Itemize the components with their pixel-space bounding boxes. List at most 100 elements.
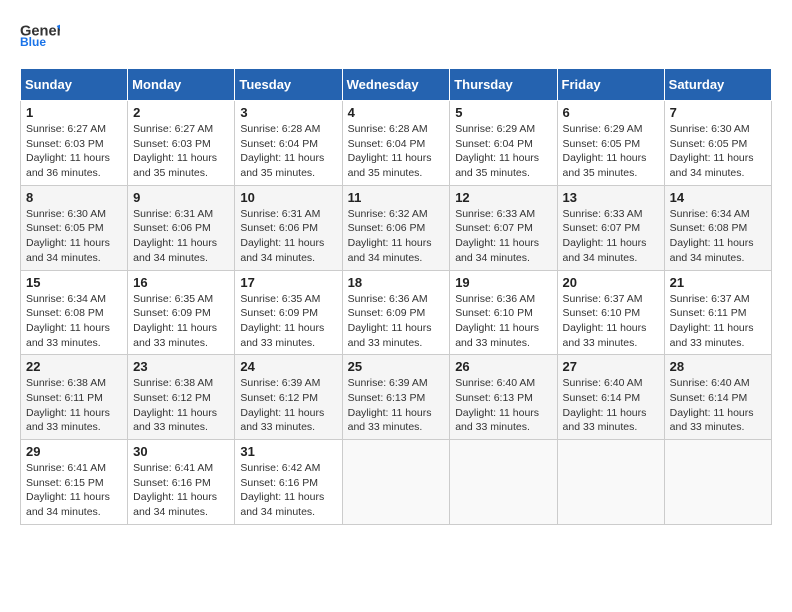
calendar-cell: 14 Sunrise: 6:34 AM Sunset: 6:08 PM Dayli… xyxy=(664,185,771,270)
calendar-week-row: 29 Sunrise: 6:41 AM Sunset: 6:15 PM Dayli… xyxy=(21,440,772,525)
calendar-cell: 8Sunrise: 6:30 AM Sunset: 6:05 PM Daylig… xyxy=(21,185,128,270)
day-header-thursday: Thursday xyxy=(450,69,557,101)
calendar-cell: 29 Sunrise: 6:41 AM Sunset: 6:15 PM Dayli… xyxy=(21,440,128,525)
day-header-wednesday: Wednesday xyxy=(342,69,450,101)
calendar-cell: 13Sunrise: 6:33 AM Sunset: 6:07 PM Dayli… xyxy=(557,185,664,270)
page-header: General Blue xyxy=(20,20,772,52)
day-header-friday: Friday xyxy=(557,69,664,101)
calendar-week-row: 15 Sunrise: 6:34 AM Sunset: 6:08 PM Dayli… xyxy=(21,270,772,355)
day-number: 4 xyxy=(348,105,445,120)
day-number: 17 xyxy=(240,275,336,290)
calendar-cell: 27 Sunrise: 6:40 AM Sunset: 6:14 PM Dayli… xyxy=(557,355,664,440)
calendar-cell: 28Sunrise: 6:40 AM Sunset: 6:14 PM Dayli… xyxy=(664,355,771,440)
calendar-week-row: 1 Sunrise: 6:27 AM Sunset: 6:03 PM Daylig… xyxy=(21,101,772,186)
day-detail: Sunrise: 6:34 AM Sunset: 6:08 PM Dayligh… xyxy=(26,292,122,351)
day-number: 5 xyxy=(455,105,551,120)
day-number: 30 xyxy=(133,444,229,459)
calendar-cell xyxy=(450,440,557,525)
day-detail: Sunrise: 6:37 AM Sunset: 6:11 PM Dayligh… xyxy=(670,292,766,351)
day-number: 19 xyxy=(455,275,551,290)
day-number: 1 xyxy=(26,105,122,120)
calendar-cell: 6Sunrise: 6:29 AM Sunset: 6:05 PM Daylig… xyxy=(557,101,664,186)
day-number: 7 xyxy=(670,105,766,120)
day-number: 29 xyxy=(26,444,122,459)
day-detail: Sunrise: 6:27 AM Sunset: 6:03 PM Dayligh… xyxy=(133,122,229,181)
day-detail: Sunrise: 6:31 AM Sunset: 6:06 PM Dayligh… xyxy=(133,207,229,266)
day-number: 2 xyxy=(133,105,229,120)
day-detail: Sunrise: 6:32 AM Sunset: 6:06 PM Dayligh… xyxy=(348,207,445,266)
day-detail: Sunrise: 6:39 AM Sunset: 6:12 PM Dayligh… xyxy=(240,376,336,435)
day-detail: Sunrise: 6:29 AM Sunset: 6:05 PM Dayligh… xyxy=(563,122,659,181)
calendar-cell: 3 Sunrise: 6:28 AM Sunset: 6:04 PM Daylig… xyxy=(235,101,342,186)
day-detail: Sunrise: 6:38 AM Sunset: 6:12 PM Dayligh… xyxy=(133,376,229,435)
calendar-week-row: 8Sunrise: 6:30 AM Sunset: 6:05 PM Daylig… xyxy=(21,185,772,270)
calendar-cell: 10 Sunrise: 6:31 AM Sunset: 6:06 PM Dayli… xyxy=(235,185,342,270)
day-number: 18 xyxy=(348,275,445,290)
calendar-cell: 22Sunrise: 6:38 AM Sunset: 6:11 PM Dayli… xyxy=(21,355,128,440)
calendar-cell: 31 Sunrise: 6:42 AM Sunset: 6:16 PM Dayli… xyxy=(235,440,342,525)
day-detail: Sunrise: 6:28 AM Sunset: 6:04 PM Dayligh… xyxy=(240,122,336,181)
day-number: 3 xyxy=(240,105,336,120)
calendar-cell: 5 Sunrise: 6:29 AM Sunset: 6:04 PM Daylig… xyxy=(450,101,557,186)
day-number: 15 xyxy=(26,275,122,290)
day-detail: Sunrise: 6:41 AM Sunset: 6:15 PM Dayligh… xyxy=(26,461,122,520)
day-detail: Sunrise: 6:27 AM Sunset: 6:03 PM Dayligh… xyxy=(26,122,122,181)
day-number: 12 xyxy=(455,190,551,205)
day-detail: Sunrise: 6:42 AM Sunset: 6:16 PM Dayligh… xyxy=(240,461,336,520)
calendar-cell xyxy=(342,440,450,525)
day-detail: Sunrise: 6:29 AM Sunset: 6:04 PM Dayligh… xyxy=(455,122,551,181)
day-detail: Sunrise: 6:30 AM Sunset: 6:05 PM Dayligh… xyxy=(670,122,766,181)
calendar-cell xyxy=(664,440,771,525)
day-detail: Sunrise: 6:40 AM Sunset: 6:13 PM Dayligh… xyxy=(455,376,551,435)
day-number: 20 xyxy=(563,275,659,290)
calendar-header-row: SundayMondayTuesdayWednesdayThursdayFrid… xyxy=(21,69,772,101)
calendar-cell: 19Sunrise: 6:36 AM Sunset: 6:10 PM Dayli… xyxy=(450,270,557,355)
day-number: 9 xyxy=(133,190,229,205)
day-header-sunday: Sunday xyxy=(21,69,128,101)
calendar-cell: 4 Sunrise: 6:28 AM Sunset: 6:04 PM Daylig… xyxy=(342,101,450,186)
day-number: 11 xyxy=(348,190,445,205)
day-detail: Sunrise: 6:39 AM Sunset: 6:13 PM Dayligh… xyxy=(348,376,445,435)
calendar-cell: 11 Sunrise: 6:32 AM Sunset: 6:06 PM Dayli… xyxy=(342,185,450,270)
calendar-cell: 17 Sunrise: 6:35 AM Sunset: 6:09 PM Dayli… xyxy=(235,270,342,355)
day-number: 27 xyxy=(563,359,659,374)
day-number: 26 xyxy=(455,359,551,374)
day-number: 14 xyxy=(670,190,766,205)
day-detail: Sunrise: 6:36 AM Sunset: 6:09 PM Dayligh… xyxy=(348,292,445,351)
day-detail: Sunrise: 6:31 AM Sunset: 6:06 PM Dayligh… xyxy=(240,207,336,266)
calendar-cell: 15 Sunrise: 6:34 AM Sunset: 6:08 PM Dayli… xyxy=(21,270,128,355)
day-number: 25 xyxy=(348,359,445,374)
calendar-cell: 1 Sunrise: 6:27 AM Sunset: 6:03 PM Daylig… xyxy=(21,101,128,186)
calendar-cell: 9 Sunrise: 6:31 AM Sunset: 6:06 PM Daylig… xyxy=(128,185,235,270)
calendar-cell: 21 Sunrise: 6:37 AM Sunset: 6:11 PM Dayli… xyxy=(664,270,771,355)
calendar-week-row: 22Sunrise: 6:38 AM Sunset: 6:11 PM Dayli… xyxy=(21,355,772,440)
day-detail: Sunrise: 6:35 AM Sunset: 6:09 PM Dayligh… xyxy=(240,292,336,351)
day-detail: Sunrise: 6:33 AM Sunset: 6:07 PM Dayligh… xyxy=(563,207,659,266)
day-number: 16 xyxy=(133,275,229,290)
day-number: 24 xyxy=(240,359,336,374)
calendar-cell: 25 Sunrise: 6:39 AM Sunset: 6:13 PM Dayli… xyxy=(342,355,450,440)
logo: General Blue xyxy=(20,20,60,52)
day-number: 23 xyxy=(133,359,229,374)
calendar-table: SundayMondayTuesdayWednesdayThursdayFrid… xyxy=(20,68,772,525)
day-detail: Sunrise: 6:38 AM Sunset: 6:11 PM Dayligh… xyxy=(26,376,122,435)
svg-text:Blue: Blue xyxy=(20,35,46,48)
day-number: 8 xyxy=(26,190,122,205)
day-detail: Sunrise: 6:40 AM Sunset: 6:14 PM Dayligh… xyxy=(563,376,659,435)
day-number: 31 xyxy=(240,444,336,459)
calendar-cell: 20Sunrise: 6:37 AM Sunset: 6:10 PM Dayli… xyxy=(557,270,664,355)
day-header-monday: Monday xyxy=(128,69,235,101)
calendar-cell: 30Sunrise: 6:41 AM Sunset: 6:16 PM Dayli… xyxy=(128,440,235,525)
logo-icon: General Blue xyxy=(20,20,60,48)
calendar-cell: 12Sunrise: 6:33 AM Sunset: 6:07 PM Dayli… xyxy=(450,185,557,270)
calendar-cell: 2 Sunrise: 6:27 AM Sunset: 6:03 PM Daylig… xyxy=(128,101,235,186)
day-number: 21 xyxy=(670,275,766,290)
day-detail: Sunrise: 6:28 AM Sunset: 6:04 PM Dayligh… xyxy=(348,122,445,181)
day-header-saturday: Saturday xyxy=(664,69,771,101)
day-detail: Sunrise: 6:34 AM Sunset: 6:08 PM Dayligh… xyxy=(670,207,766,266)
calendar-cell: 24 Sunrise: 6:39 AM Sunset: 6:12 PM Dayli… xyxy=(235,355,342,440)
day-detail: Sunrise: 6:35 AM Sunset: 6:09 PM Dayligh… xyxy=(133,292,229,351)
day-number: 10 xyxy=(240,190,336,205)
day-header-tuesday: Tuesday xyxy=(235,69,342,101)
calendar-cell: 16 Sunrise: 6:35 AM Sunset: 6:09 PM Dayli… xyxy=(128,270,235,355)
